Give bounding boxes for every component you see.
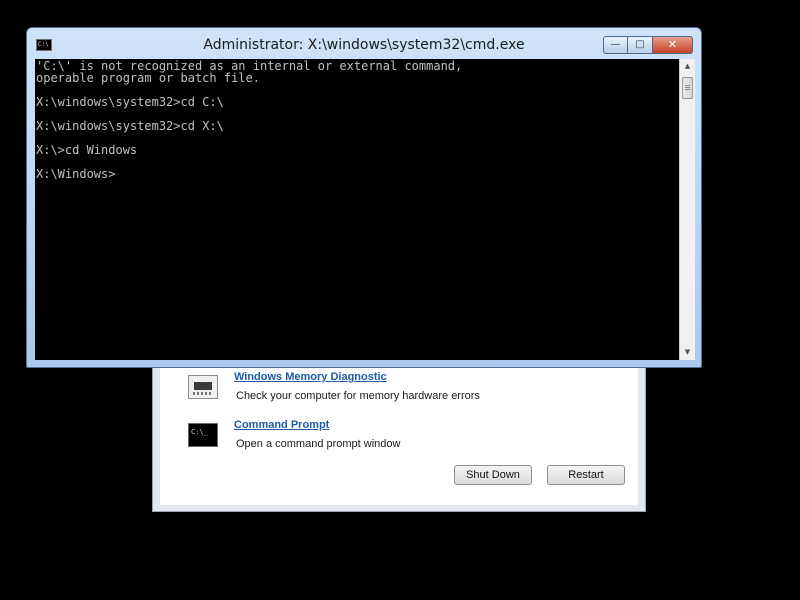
console-line: X:\windows\system32>cd X:\	[36, 119, 224, 133]
console-line: X:\windows\system32>cd C:\	[36, 95, 224, 109]
scroll-thumb[interactable]	[682, 77, 693, 99]
memory-diagnostic-link[interactable]: Windows Memory Diagnostic	[234, 371, 387, 383]
command-prompt-link[interactable]: Command Prompt	[234, 419, 329, 431]
window-title: Administrator: X:\windows\system32\cmd.e…	[203, 37, 525, 53]
maximize-button[interactable]: □	[628, 36, 653, 54]
console-output[interactable]: 'C:\' is not recognized as an internal o…	[35, 59, 679, 360]
caption-buttons: — □ ✕	[603, 36, 693, 54]
vertical-scrollbar[interactable]: ▲ ▼	[679, 59, 695, 360]
shut-down-button[interactable]: Shut Down	[454, 465, 532, 485]
scroll-down-arrow-icon[interactable]: ▼	[680, 345, 695, 360]
minimize-button[interactable]: —	[603, 36, 628, 54]
console-line: operable program or batch file.	[36, 71, 260, 85]
recovery-tools-list: Windows Memory Diagnostic Check your com…	[160, 363, 638, 505]
command-prompt-description: Open a command prompt window	[236, 438, 401, 450]
memory-chip-icon	[188, 375, 218, 399]
recovery-options-panel: Windows Memory Diagnostic Check your com…	[152, 362, 646, 512]
tool-item-command-prompt[interactable]: C:\_ Command Prompt Open a command promp…	[180, 417, 620, 461]
console-line: X:\>cd Windows	[36, 143, 138, 157]
console-prompt-line: X:\Windows>	[36, 167, 116, 181]
grip-icon	[685, 85, 690, 91]
command-prompt-icon: C:\_	[188, 423, 218, 447]
window-titlebar[interactable]: C:\ Administrator: X:\windows\system32\c…	[27, 28, 701, 59]
scroll-up-arrow-icon[interactable]: ▲	[680, 59, 695, 74]
restart-button[interactable]: Restart	[547, 465, 625, 485]
cmd-window: C:\ Administrator: X:\windows\system32\c…	[26, 27, 702, 368]
close-button[interactable]: ✕	[653, 36, 693, 54]
tool-item-memory-diagnostic[interactable]: Windows Memory Diagnostic Check your com…	[180, 369, 620, 413]
memory-diagnostic-description: Check your computer for memory hardware …	[236, 390, 480, 402]
